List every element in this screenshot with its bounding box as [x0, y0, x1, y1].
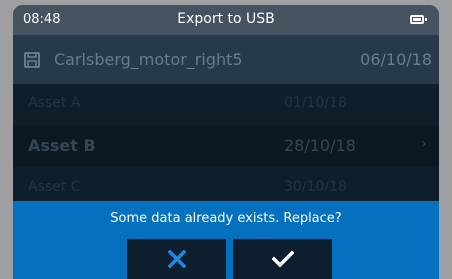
confirm-button[interactable] [233, 239, 332, 279]
cancel-button[interactable] [127, 239, 226, 279]
page-title: Export to USB [177, 11, 275, 27]
status-bar: 08:48 Export to USB [13, 5, 439, 35]
device-screen: 08:48 Export to USB Carlsberg_motor_righ… [13, 5, 439, 279]
close-icon [167, 250, 186, 268]
replace-dialog: Some data already exists. Replace? [13, 201, 439, 279]
file-date: 06/10/18 [360, 50, 432, 69]
chevron-right-icon: › [421, 136, 427, 152]
asset-name: Asset C [28, 179, 81, 195]
list-item-asset-a[interactable]: Asset A 01/10/18 [13, 84, 439, 125]
asset-name: Asset A [28, 95, 81, 111]
asset-date: 30/10/18 [284, 179, 347, 195]
asset-list: Asset A 01/10/18 Asset B 28/10/18 › Asse… [13, 84, 439, 209]
asset-date: 28/10/18 [284, 136, 356, 155]
battery-icon [410, 15, 427, 24]
asset-name: Asset B [28, 136, 96, 155]
save-icon [24, 52, 40, 68]
checkmark-icon [271, 250, 294, 268]
list-item-asset-b[interactable]: Asset B 28/10/18 › [13, 125, 439, 168]
dialog-message: Some data already exists. Replace? [110, 211, 342, 226]
file-header: Carlsberg_motor_right5 06/10/18 [13, 35, 439, 84]
file-name: Carlsberg_motor_right5 [54, 50, 243, 69]
asset-date: 01/10/18 [284, 95, 347, 111]
